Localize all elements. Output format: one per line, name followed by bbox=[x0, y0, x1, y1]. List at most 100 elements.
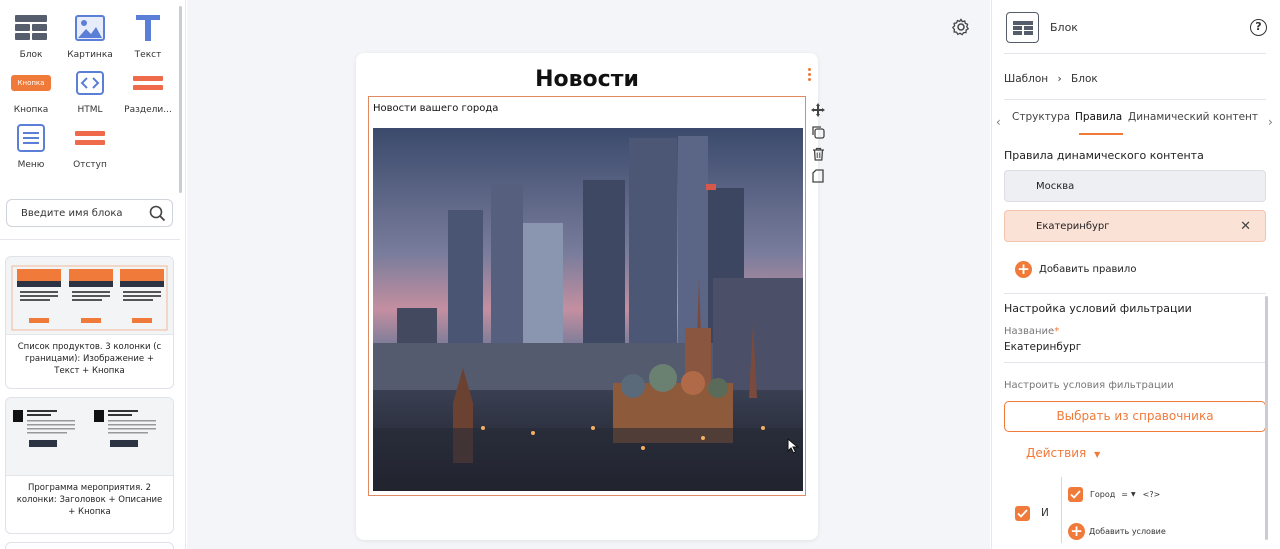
actions-dropdown[interactable]: Действия ▼ bbox=[1026, 446, 1100, 460]
name-field-label: Название* bbox=[1004, 326, 1060, 337]
rule-label: Москва bbox=[1036, 180, 1075, 192]
condition-group-line bbox=[1061, 477, 1062, 543]
rule-item-selected[interactable]: Екатеринбург ✕ bbox=[1004, 210, 1266, 242]
selected-block[interactable]: Новости вашего города bbox=[368, 96, 806, 496]
tool-menu[interactable]: Меню bbox=[3, 122, 59, 170]
tool-image[interactable]: Картинка bbox=[62, 12, 118, 60]
editor-canvas: Новости Новости вашего города bbox=[187, 0, 990, 549]
tool-label: Раздели... bbox=[124, 105, 172, 115]
condition-row: Город = ▼ <?> bbox=[1068, 487, 1160, 502]
search-placeholder: Введите имя блока bbox=[21, 207, 123, 219]
tool-button[interactable]: Кнопка Кнопка bbox=[3, 67, 59, 115]
tool-label: Отступ bbox=[73, 160, 107, 170]
tool-block[interactable]: Блок bbox=[3, 12, 59, 60]
html-code-icon bbox=[62, 67, 118, 99]
inspector-panel: Блок ? Шаблон › Блок ‹ Структура Правила… bbox=[991, 0, 1280, 549]
caret-down-icon: ▼ bbox=[1094, 450, 1101, 459]
tool-label: Картинка bbox=[67, 50, 113, 60]
help-icon[interactable]: ? bbox=[1250, 19, 1267, 36]
condition-value[interactable]: <?> bbox=[1143, 490, 1161, 499]
block-actions bbox=[810, 99, 826, 187]
tool-divider[interactable]: Раздели... bbox=[120, 67, 176, 115]
name-field-underline bbox=[1004, 362, 1266, 363]
document-title[interactable]: Новости bbox=[356, 67, 818, 92]
more-vertical-icon[interactable] bbox=[808, 68, 811, 83]
tool-label: HTML bbox=[77, 105, 103, 115]
email-document: Новости Новости вашего города bbox=[356, 53, 825, 540]
caret-down-icon[interactable]: ▼ bbox=[1131, 491, 1136, 498]
tool-text[interactable]: Текст bbox=[120, 12, 176, 60]
template-thumbnail bbox=[6, 398, 173, 476]
menu-icon bbox=[3, 122, 59, 154]
actions-label: Действия bbox=[1026, 446, 1087, 460]
image-icon bbox=[62, 12, 118, 44]
tab-dynamic-content[interactable]: Динамический контент bbox=[1128, 111, 1258, 123]
inspector-title: Блок bbox=[1050, 21, 1078, 34]
tool-label: Меню bbox=[17, 160, 45, 170]
add-condition-label: Добавить условие bbox=[1089, 527, 1166, 536]
plus-icon: + bbox=[1015, 261, 1032, 278]
check-icon bbox=[1015, 506, 1030, 521]
toolbox-divider bbox=[0, 239, 180, 240]
condition-checkbox[interactable] bbox=[1068, 487, 1083, 502]
rules-divider bbox=[1004, 293, 1266, 294]
rules-section-title: Правила динамического контента bbox=[1004, 149, 1204, 162]
add-rule-label: Добавить правило bbox=[1039, 264, 1137, 275]
breadcrumb-divider bbox=[1004, 99, 1266, 100]
plus-icon: + bbox=[1068, 523, 1085, 540]
template-card-products[interactable]: Список продуктов. 3 колонки (с границами… bbox=[5, 256, 174, 389]
condition-operator[interactable]: = bbox=[1121, 490, 1128, 499]
tool-label: Кнопка bbox=[13, 105, 49, 115]
toolbox-scrollbar[interactable] bbox=[179, 6, 182, 193]
breadcrumb: Шаблон › Блок bbox=[1004, 73, 1098, 85]
tool-html[interactable]: HTML bbox=[62, 67, 118, 115]
mouse-cursor-icon bbox=[787, 437, 799, 458]
text-icon bbox=[120, 12, 176, 44]
block-grid-icon bbox=[3, 12, 59, 44]
template-caption: Список продуктов. 3 колонки (с границами… bbox=[17, 342, 162, 376]
breadcrumb-separator: › bbox=[1057, 73, 1062, 85]
group-checkbox[interactable] bbox=[1015, 506, 1030, 521]
button-icon: Кнопка bbox=[3, 67, 59, 99]
rule-label: Екатеринбург bbox=[1036, 220, 1110, 232]
trash-icon[interactable] bbox=[810, 143, 826, 165]
rule-item[interactable]: Москва bbox=[1004, 170, 1266, 202]
spacer-icon bbox=[62, 122, 118, 154]
configure-filter-label: Настроить условия фильтрации bbox=[1004, 380, 1174, 391]
block-type-icon bbox=[1006, 12, 1039, 43]
block-search-input[interactable]: Введите имя блока bbox=[6, 199, 173, 227]
button-chip: Кнопка bbox=[10, 75, 52, 91]
add-rule-button[interactable]: + Добавить правило bbox=[1015, 261, 1136, 278]
filter-section-title: Настройка условий фильтрации bbox=[1004, 302, 1192, 315]
close-icon[interactable]: ✕ bbox=[1240, 219, 1251, 234]
condition-field[interactable]: Город bbox=[1090, 490, 1115, 499]
tab-structure[interactable]: Структура bbox=[1012, 111, 1070, 123]
divider-icon bbox=[120, 67, 176, 99]
breadcrumb-parent[interactable]: Шаблон bbox=[1004, 73, 1048, 85]
tool-label: Блок bbox=[19, 50, 43, 60]
city-photo[interactable] bbox=[373, 128, 803, 491]
template-thumbnail bbox=[6, 257, 173, 335]
save-block-icon[interactable] bbox=[810, 165, 826, 187]
tab-rules[interactable]: Правила bbox=[1075, 111, 1122, 123]
tool-spacer[interactable]: Отступ bbox=[62, 122, 118, 170]
move-icon[interactable] bbox=[810, 99, 826, 121]
template-card-events[interactable]: Программа мероприятия. 2 колонки: Заголо… bbox=[5, 397, 174, 534]
block-subtitle[interactable]: Новости вашего города bbox=[373, 103, 498, 114]
template-card-partial[interactable] bbox=[5, 542, 174, 549]
breadcrumb-current: Блок bbox=[1071, 73, 1098, 85]
toolbox-panel: Блок Картинка Текст Кнопка Кнопка HTML Р… bbox=[0, 0, 186, 549]
pick-from-directory-button[interactable]: Выбрать из справочника bbox=[1004, 401, 1266, 432]
add-condition-button[interactable]: + Добавить условие bbox=[1068, 523, 1166, 540]
inspector-scrollbar[interactable] bbox=[1265, 296, 1268, 540]
header-divider bbox=[1004, 53, 1266, 54]
name-field[interactable]: Екатеринбург bbox=[1004, 341, 1081, 353]
gear-icon[interactable] bbox=[951, 18, 970, 40]
tool-label: Текст bbox=[134, 50, 162, 60]
inspector-tabs: Структура Правила Динамический контент bbox=[996, 111, 1276, 135]
chevron-right-icon[interactable]: › bbox=[1268, 115, 1273, 129]
name-label-text: Название bbox=[1004, 326, 1055, 337]
search-icon[interactable] bbox=[149, 205, 166, 225]
copy-icon[interactable] bbox=[810, 121, 826, 143]
logic-operator[interactable]: И bbox=[1041, 507, 1049, 519]
